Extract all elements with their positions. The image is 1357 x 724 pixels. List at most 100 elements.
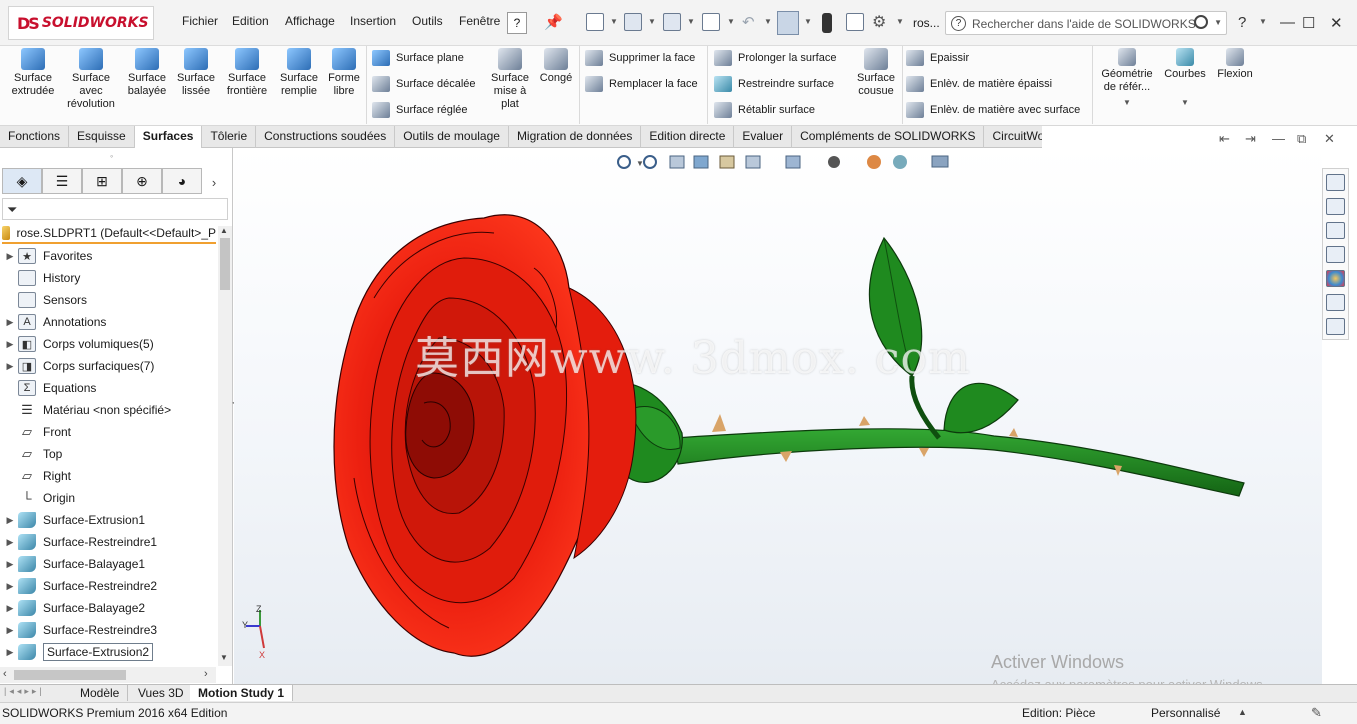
expand-arrow-icon[interactable]: ▶: [2, 361, 18, 372]
chevron-down-icon[interactable]: ▼: [636, 159, 644, 168]
tab-outils-de-moulage[interactable]: Outils de moulage: [395, 126, 509, 148]
tab-esquisse[interactable]: Esquisse: [69, 126, 135, 148]
tree-node[interactable]: ▱ Top: [2, 443, 216, 465]
search-icon[interactable]: [1194, 15, 1208, 29]
enlev-matiere-epaissi-button[interactable]: Enlèv. de matière épaissi: [906, 76, 1052, 92]
expand-arrow-icon[interactable]: ▶: [2, 251, 18, 262]
print-icon[interactable]: [702, 13, 720, 31]
chevron-down-icon[interactable]: ▼: [764, 17, 772, 26]
menu-affichage[interactable]: Affichage: [285, 14, 335, 28]
view-next-icon[interactable]: ⇥: [1245, 131, 1256, 147]
tree-node[interactable]: ▶ Surface-Extrusion2: [2, 641, 216, 663]
retablir-surface-button[interactable]: Rétablir surface: [714, 102, 815, 118]
tab-motion-study[interactable]: Motion Study 1: [190, 685, 293, 701]
scroll-down-icon[interactable]: ▼: [220, 653, 228, 662]
expand-arrow-icon[interactable]: ▶: [2, 537, 18, 548]
expand-arrow-icon[interactable]: ▶: [2, 339, 18, 350]
scroll-up-icon[interactable]: ▲: [220, 226, 228, 235]
comment-icon[interactable]: ✎: [1311, 705, 1322, 721]
view-previous-icon[interactable]: ⇤: [1219, 131, 1230, 147]
tab-fonctions[interactable]: Fonctions: [0, 126, 70, 148]
tree-filter[interactable]: ⏷: [2, 198, 228, 220]
chevron-down-icon[interactable]: ▼: [1098, 96, 1156, 109]
configurationmanager-tab-icon[interactable]: ⊞: [82, 168, 122, 194]
tree-node[interactable]: ▶ Surface-Restreindre2: [2, 575, 216, 597]
new-document-icon[interactable]: [586, 13, 604, 31]
status-units[interactable]: Personnalisé: [1151, 706, 1220, 720]
help-search-box[interactable]: ? Rechercher dans l'aide de SOLIDWORKS ▼: [945, 11, 1227, 35]
dimxpert-tab-icon[interactable]: ⊕: [122, 168, 162, 194]
featuremanager-tab-icon[interactable]: ◈: [2, 168, 42, 194]
tree-node[interactable]: ▶ ◨ Corps surfaciques(7): [2, 355, 216, 377]
surface-lissee-button[interactable]: Surface lissée: [172, 48, 220, 98]
prolonger-surface-button[interactable]: Prolonger la surface: [714, 50, 836, 66]
chevron-up-icon[interactable]: ▲: [1238, 707, 1247, 717]
tab-evaluer[interactable]: Evaluer: [734, 126, 793, 148]
tree-node[interactable]: ▶ ◧ Corps volumiques(5): [2, 333, 216, 355]
expand-arrow-icon[interactable]: ▶: [2, 317, 18, 328]
tab-surfaces[interactable]: Surfaces: [134, 126, 203, 148]
custom-properties-icon[interactable]: [1326, 294, 1345, 311]
select-cursor-icon[interactable]: [777, 11, 799, 35]
tab-migration-de-donn-es[interactable]: Migration de données: [509, 126, 642, 148]
tree-node[interactable]: ▶ A Annotations: [2, 311, 216, 333]
epaissir-button[interactable]: Epaissir: [906, 50, 969, 66]
tree-node[interactable]: ▶ Surface-Balayage1: [2, 553, 216, 575]
minimize-icon[interactable]: —: [1280, 14, 1295, 31]
home-icon[interactable]: [1326, 174, 1345, 191]
forme-libre-button[interactable]: Forme libre: [324, 48, 364, 98]
tree-root-part[interactable]: rose.SLDPRT1 (Default<<Default>_P: [2, 224, 216, 244]
graphics-area[interactable]: Z Y X: [234, 148, 1322, 684]
chevron-down-icon[interactable]: ▼: [804, 17, 812, 26]
tree-node[interactable]: ▶ Surface-Extrusion1: [2, 509, 216, 531]
doc-restore-icon[interactable]: ⧉: [1297, 131, 1306, 147]
conge-button[interactable]: Congé: [536, 48, 576, 85]
expand-arrow-icon[interactable]: ▶: [2, 559, 18, 570]
gear-icon[interactable]: ⚙: [872, 12, 886, 32]
tab-compl-ments-de-solidworks[interactable]: Compléments de SOLIDWORKS: [792, 126, 985, 148]
appearances-icon[interactable]: [1326, 270, 1345, 287]
tree-node[interactable]: ▱ Front: [2, 421, 216, 443]
splitter-handle[interactable]: ◦: [110, 151, 113, 161]
menu-fenetre[interactable]: Fenêtre: [459, 14, 500, 28]
menu-outils[interactable]: Outils: [412, 14, 443, 28]
remplacer-face-button[interactable]: Remplacer la face: [585, 76, 698, 92]
chevron-down-icon[interactable]: ▼: [896, 17, 904, 26]
surface-frontiere-button[interactable]: Surface frontière: [220, 48, 274, 98]
tree-node[interactable]: ▶ ★ Favorites: [2, 245, 216, 267]
tab-t-lerie[interactable]: Tôlerie: [202, 126, 257, 148]
surface-extrudee-button[interactable]: Surface extrudée: [6, 48, 60, 98]
expand-arrow-icon[interactable]: ▶: [2, 515, 18, 526]
display-manager-tab-icon[interactable]: ◕: [162, 168, 202, 194]
geometrie-reference-button[interactable]: Géométrie de référ... ▼: [1098, 48, 1156, 109]
tree-node[interactable]: Sensors: [2, 289, 216, 311]
save-icon[interactable]: [663, 13, 681, 31]
chevron-down-icon[interactable]: ▼: [1214, 18, 1222, 27]
maximize-icon[interactable]: ☐: [1302, 14, 1315, 32]
solidworks-logo[interactable]: DS SOLIDWORKS: [8, 6, 154, 40]
surface-cousue-button[interactable]: Surface cousue: [852, 48, 900, 98]
undo-icon[interactable]: ↶: [742, 13, 755, 31]
chevron-down-icon[interactable]: ▼: [687, 17, 695, 26]
expand-arrow-icon[interactable]: ▶: [2, 603, 18, 614]
surface-decalee-button[interactable]: Surface décalée: [372, 76, 476, 92]
surface-reglee-button[interactable]: Surface réglée: [372, 102, 468, 118]
tab-constructions-soud-es[interactable]: Constructions soudées: [256, 126, 396, 148]
surface-balayee-button[interactable]: Surface balayée: [122, 48, 172, 98]
traffic-light-icon[interactable]: [822, 13, 832, 33]
tree-node[interactable]: ▶ Surface-Restreindre1: [2, 531, 216, 553]
enlev-matiere-surface-button[interactable]: Enlèv. de matière avec surface: [906, 102, 1080, 118]
scroll-right-icon[interactable]: ›: [204, 668, 208, 680]
expand-arrow-icon[interactable]: ▶: [2, 647, 18, 658]
surface-mise-a-plat-button[interactable]: Surface mise à plat: [486, 48, 534, 111]
restreindre-surface-button[interactable]: Restreindre surface: [714, 76, 834, 92]
view-palette-icon[interactable]: [1326, 246, 1345, 263]
tab-edition-directe[interactable]: Edition directe: [641, 126, 735, 148]
chevron-down-icon[interactable]: ▼: [727, 17, 735, 26]
menu-fichier[interactable]: Fichier: [182, 14, 218, 28]
chevron-down-icon[interactable]: ▼: [610, 17, 618, 26]
flexion-button[interactable]: Flexion: [1212, 48, 1258, 81]
tree-vertical-scrollbar[interactable]: [218, 226, 232, 666]
chevron-right-icon[interactable]: ›: [202, 168, 226, 196]
scroll-left-icon[interactable]: ‹: [3, 668, 7, 680]
